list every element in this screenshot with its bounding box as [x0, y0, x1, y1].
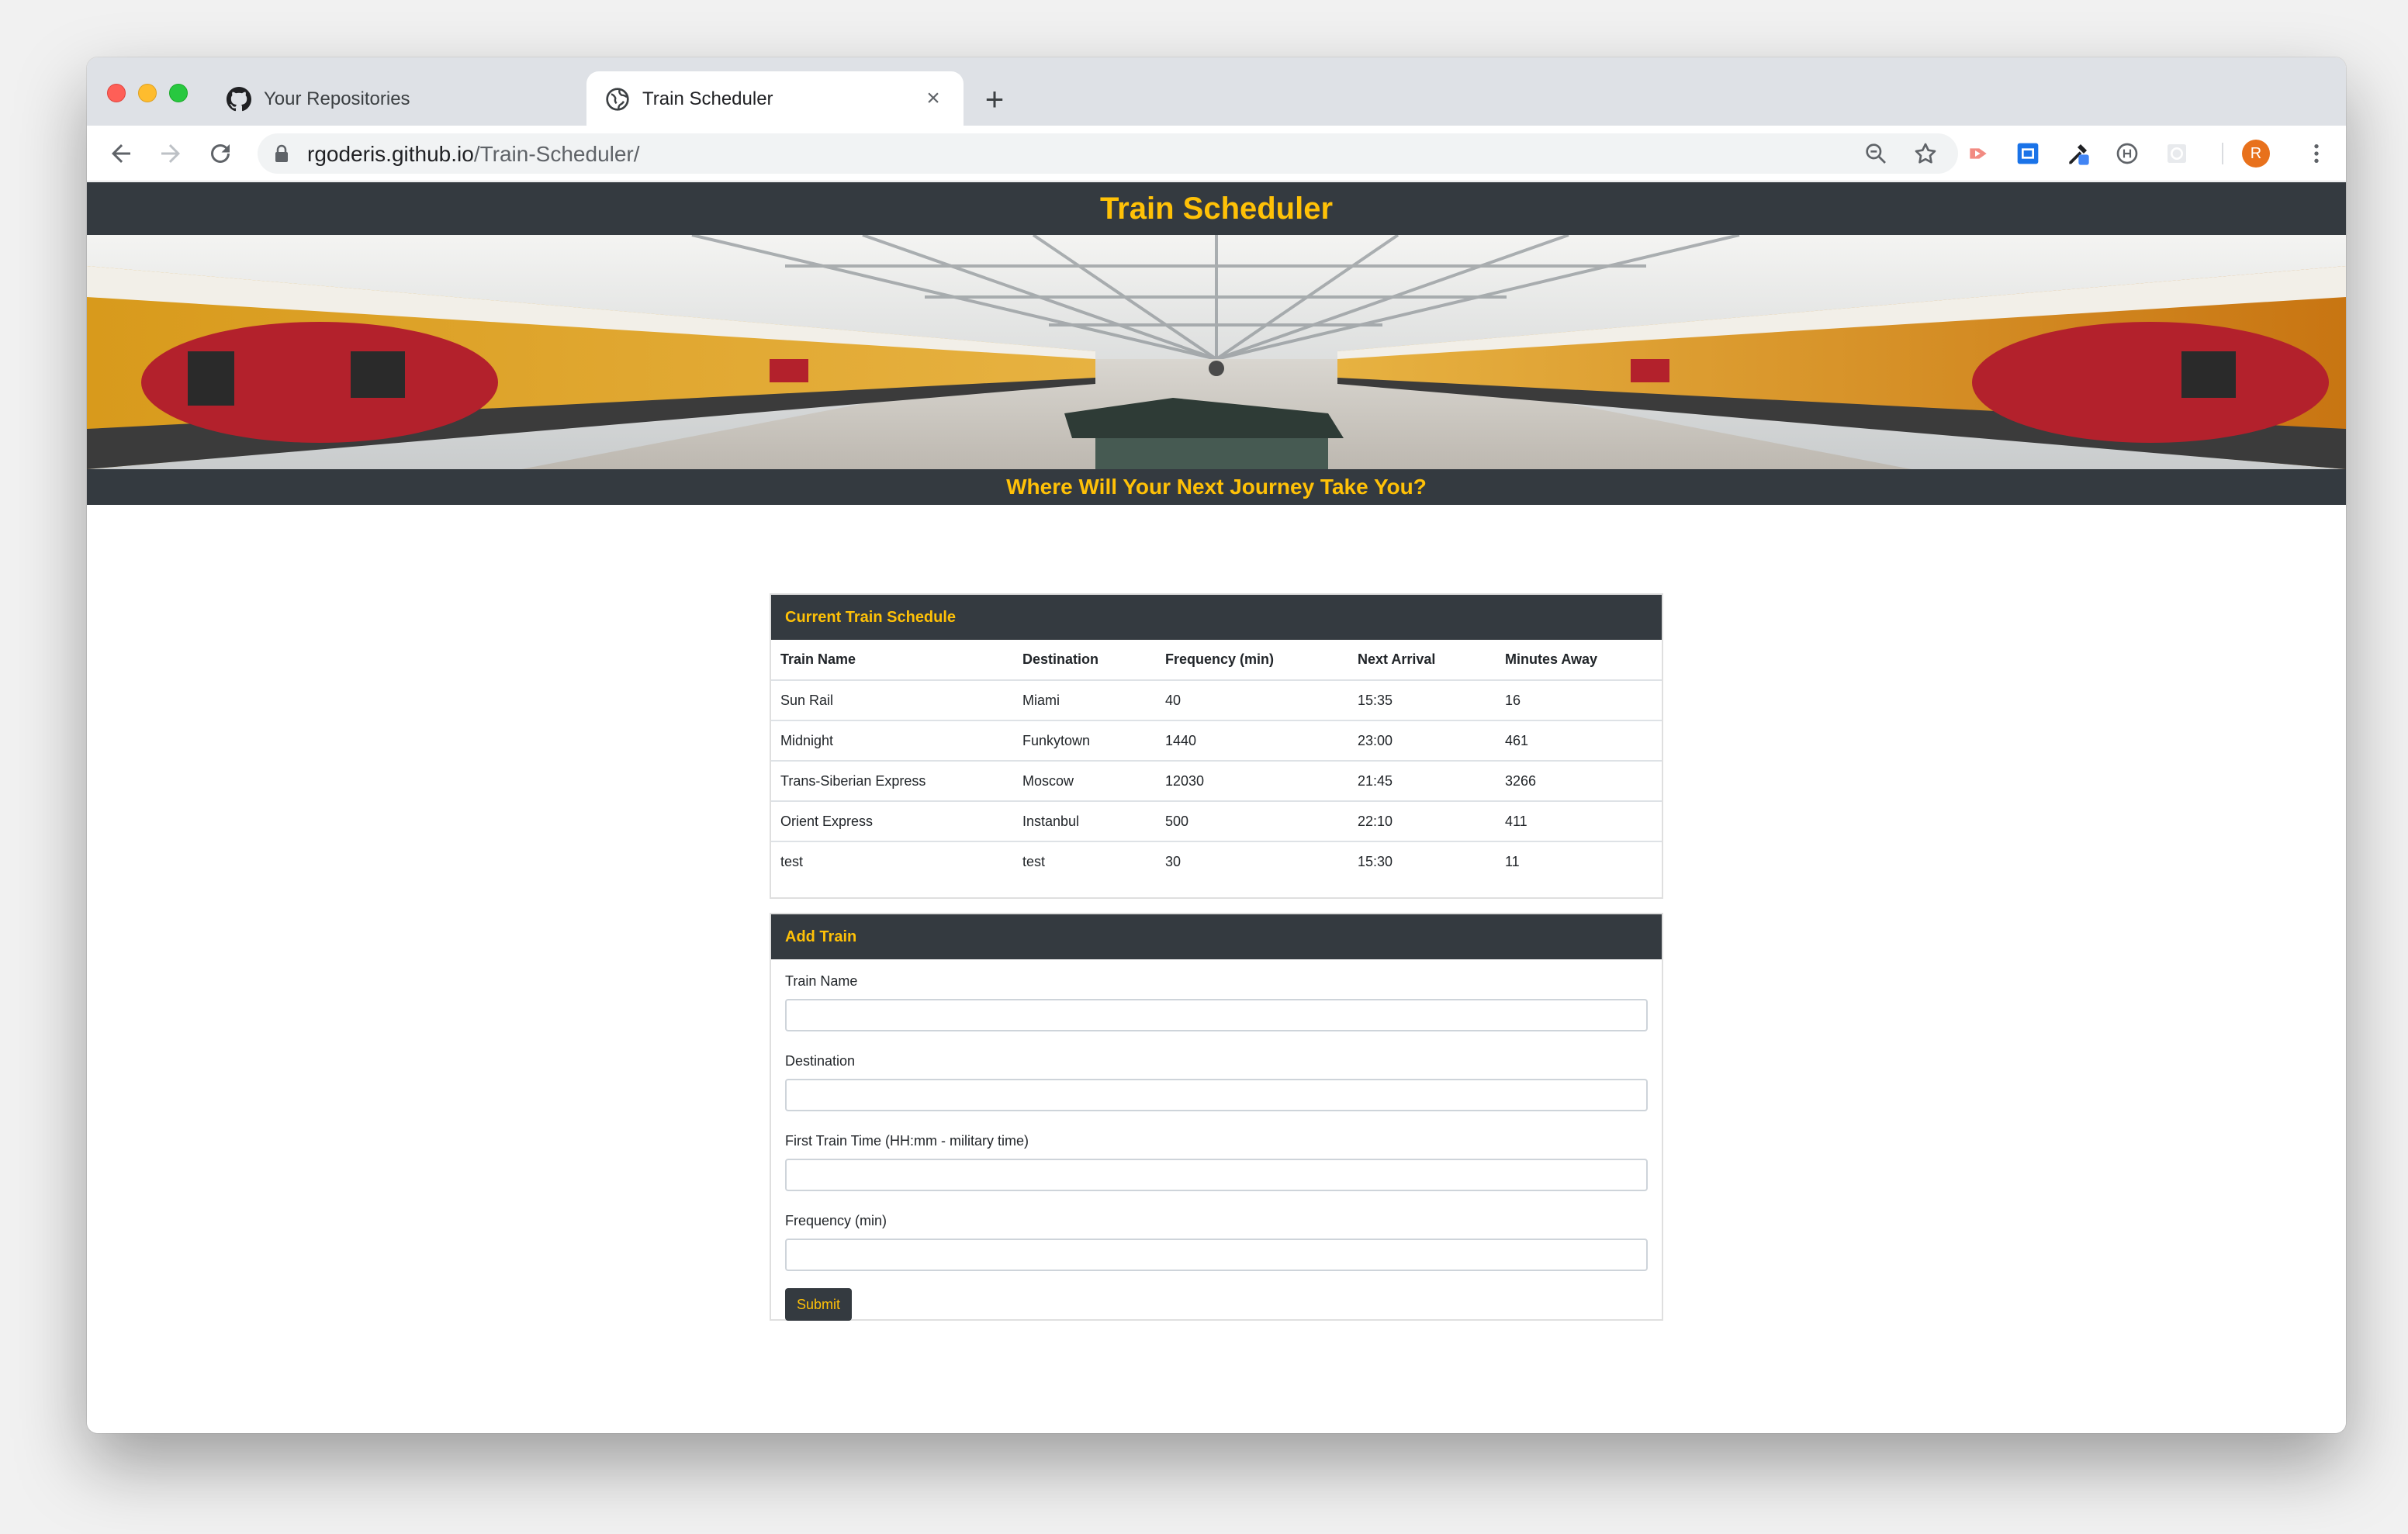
window-minimize-button[interactable]	[138, 84, 157, 102]
first-train-time-label: First Train Time (HH:mm - military time)	[785, 1133, 1029, 1149]
frequency-label: Frequency (min)	[785, 1213, 887, 1228]
tagline-bar: Where Will Your Next Journey Take You?	[87, 469, 2346, 505]
table-row: Orient Express Instanbul 500 22:10 411	[771, 801, 1662, 842]
table-row: Trans-Siberian Express Moscow 12030 21:4…	[771, 761, 1662, 802]
window-close-button[interactable]	[107, 84, 126, 102]
first-train-time-input[interactable]	[785, 1159, 1648, 1191]
table-row: test test 30 15:30 11	[771, 841, 1662, 882]
cell-next-arrival: 21:45	[1348, 761, 1496, 802]
train-name-label: Train Name	[785, 973, 858, 989]
cell-frequency: 1440	[1156, 720, 1348, 762]
cell-next-arrival: 22:10	[1348, 801, 1496, 842]
cell-frequency: 30	[1165, 854, 1182, 869]
train-station-hero-image	[87, 235, 2346, 469]
reload-icon[interactable]	[206, 140, 234, 168]
cell-train-name: Midnight	[771, 720, 1013, 762]
profile-avatar[interactable]: R	[2242, 140, 2270, 168]
tab-title: Train Scheduler	[642, 88, 773, 109]
column-header: Destination	[1013, 640, 1156, 681]
column-header: Minutes Away	[1496, 640, 1662, 681]
url-path: /Train-Scheduler/	[473, 142, 640, 166]
cell-frequency: 40	[1156, 680, 1348, 721]
github-icon	[227, 87, 251, 112]
column-header: Next Arrival	[1348, 640, 1496, 681]
lock-icon	[275, 144, 288, 162]
table-row: Midnight Funkytown 1440 23:00 461	[771, 720, 1662, 762]
cell-frequency: 12030	[1156, 761, 1348, 802]
new-tab-button[interactable]: +	[979, 83, 1010, 116]
add-train-form: Train Name Destination First Train Time …	[771, 959, 1662, 1335]
destination-label: Destination	[785, 1053, 856, 1069]
schedule-card: Current Train Schedule Train Name Destin…	[770, 593, 1663, 899]
page-title: Train Scheduler	[1099, 192, 1334, 226]
bookmark-star-icon[interactable]	[1913, 141, 1938, 166]
browser-toolbar: rgoderis.github.io/Train-Scheduler/ R	[87, 126, 2346, 181]
cell-minutes-away: 16	[1496, 680, 1662, 721]
cell-minutes-away: 461	[1496, 720, 1662, 762]
extension-cast-icon[interactable]	[1966, 141, 1991, 166]
cell-frequency: 500	[1156, 801, 1348, 842]
destination-input[interactable]	[785, 1079, 1648, 1111]
cell-train-name: Orient Express	[771, 801, 1013, 842]
tab-strip: Your Repositories × Train Scheduler × +	[87, 57, 2346, 126]
kebab-menu-icon[interactable]	[2304, 141, 2329, 166]
url-text: rgoderis.github.io/Train-Scheduler/	[307, 142, 640, 167]
schedule-table: Train Name Destination Frequency (min) N…	[771, 640, 1662, 882]
extension-circle-icon[interactable]	[2115, 141, 2140, 166]
cell-train-name: Sun Rail	[771, 680, 1013, 721]
window-zoom-button[interactable]	[169, 84, 188, 102]
column-header: Frequency (min)	[1156, 640, 1348, 681]
cell-train-name: Trans-Siberian Express	[771, 761, 1013, 802]
tab-title: Your Repositories	[264, 88, 410, 109]
browser-window: Your Repositories × Train Scheduler × +	[87, 57, 2346, 1433]
extension-disabled-icon[interactable]	[2164, 141, 2189, 166]
url-host: rgoderis.github.io	[307, 142, 474, 166]
site-header: Train Scheduler	[87, 182, 2346, 235]
train-name-input[interactable]	[785, 999, 1648, 1031]
cell-minutes-away: 411	[1496, 801, 1662, 842]
tab-train-scheduler[interactable]: Train Scheduler ×	[586, 71, 964, 126]
extension-window-icon[interactable]	[2015, 141, 2040, 166]
cell-next-arrival: 15:30	[1358, 854, 1393, 869]
add-train-card: Add Train Train Name Destination First T…	[770, 913, 1663, 1321]
frequency-input[interactable]	[785, 1239, 1648, 1271]
address-bar[interactable]: rgoderis.github.io/Train-Scheduler/	[258, 133, 1958, 174]
cell-next-arrival: 23:00	[1348, 720, 1496, 762]
train-station-illustration	[87, 235, 2346, 469]
color-picker-icon[interactable]	[2065, 141, 2090, 166]
column-header: Train Name	[771, 640, 1013, 681]
back-arrow-icon[interactable]	[107, 140, 135, 168]
cell-destination: Funkytown	[1013, 720, 1156, 762]
close-icon[interactable]: ×	[920, 85, 946, 112]
cell-destination: Miami	[1013, 680, 1156, 721]
cell-destination: test	[1022, 854, 1046, 869]
submit-button[interactable]: Submit	[785, 1288, 852, 1321]
add-train-card-header: Add Train	[771, 914, 1662, 959]
tagline-text: Where Will Your Next Journey Take You?	[1006, 475, 1427, 499]
web-page: Train Scheduler Where Will Your Next Jou…	[87, 182, 2346, 1433]
toolbar-divider	[2222, 143, 2223, 164]
table-header-row: Train Name Destination Frequency (min) N…	[771, 640, 1662, 681]
cell-minutes-away: 11	[1505, 854, 1520, 869]
globe-icon	[606, 88, 629, 111]
cell-destination: Instanbul	[1013, 801, 1156, 842]
forward-arrow-icon[interactable]	[157, 140, 185, 168]
cell-minutes-away: 3266	[1496, 761, 1662, 802]
cell-train-name: test	[780, 854, 804, 869]
table-row: Sun Rail Miami 40 15:35 16	[771, 680, 1662, 721]
schedule-card-header: Current Train Schedule	[771, 595, 1662, 640]
zoom-icon[interactable]	[1863, 141, 1888, 166]
cell-next-arrival: 15:35	[1348, 680, 1496, 721]
cell-destination: Moscow	[1013, 761, 1156, 802]
